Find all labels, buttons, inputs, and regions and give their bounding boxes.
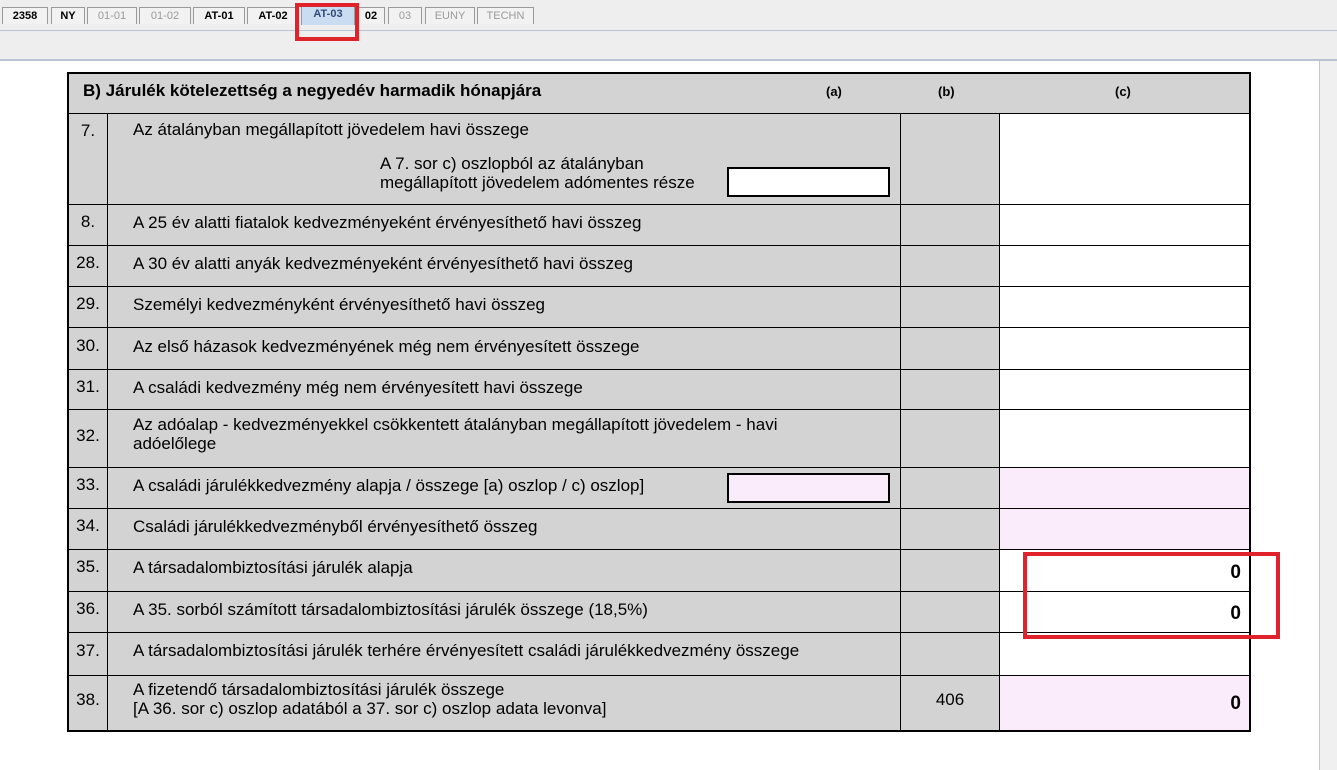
column-header-a: (a) [826, 84, 842, 99]
table-row: 28. A 30 év alatti anyák kedvezményeként… [69, 246, 1249, 287]
row-col-b [900, 550, 999, 591]
table-row: 30. Az első házasok kedvezményének még n… [69, 328, 1249, 370]
row-col-b [900, 370, 999, 409]
row-col-c-input[interactable] [999, 287, 1249, 327]
section-header: B) Járulék kötelezettség a negyedév harm… [69, 74, 1249, 114]
table-row: 38. A fizetendő társadalombiztosítási já… [69, 676, 1249, 730]
table-row: 34. Családi járulékkedvezményből érvénye… [69, 509, 1249, 550]
tab-01-01[interactable]: 01-01 [87, 7, 137, 24]
row-col-b [900, 410, 999, 467]
row-description: Személyi kedvezményként érvényesíthető h… [133, 295, 545, 314]
row-col-c-input[interactable] [999, 410, 1249, 467]
tab-at-02[interactable]: AT-02 [247, 7, 299, 24]
row-description: Családi járulékkedvezményből érvényesíth… [133, 517, 538, 536]
row-number: 32. [69, 410, 108, 467]
row-col-c-input[interactable] [999, 633, 1249, 675]
tab-bar: 2358 NY 01-01 01-02 AT-01 AT-02 AT-03 02… [0, 0, 1337, 31]
row-sub-description: A 7. sor c) oszlopból az átalányban megá… [380, 154, 695, 192]
highlight-box-values [1023, 552, 1280, 639]
tab-euny[interactable]: EUNY [425, 7, 475, 24]
tab-01-02[interactable]: 01-02 [139, 7, 191, 24]
row-number: 33. [69, 468, 108, 508]
row-number: 35. [69, 550, 108, 591]
highlight-box-tab [295, 3, 359, 41]
row-description: A családi kedvezmény még nem érvényesíte… [133, 378, 583, 397]
row-number: 37. [69, 633, 108, 675]
row-description: A fizetendő társadalombiztosítási járulé… [133, 680, 505, 699]
tab-at-01[interactable]: AT-01 [193, 7, 245, 24]
tab-ny[interactable]: NY [51, 7, 85, 24]
row-col-b [900, 287, 999, 327]
row-col-c-input[interactable] [999, 370, 1249, 409]
table-row: 37. A társadalombiztosítási járulék terh… [69, 633, 1249, 676]
row-col-c-input[interactable]: 0 [999, 676, 1249, 730]
row-col-b [900, 328, 999, 369]
table-row: 7. Az átalányban megállapított jövedelem… [69, 114, 1249, 205]
row-col-b [900, 509, 999, 549]
row-description-line2: [A 36. sor c) oszlop adatából a 37. sor … [133, 699, 607, 718]
tab-techn[interactable]: TECHN [477, 7, 534, 24]
row-col-b [900, 246, 999, 286]
row-number: 8. [69, 205, 108, 245]
row-col-c-input[interactable] [999, 509, 1249, 549]
row-col-c-input[interactable] [999, 328, 1249, 369]
row-col-c-input[interactable] [999, 114, 1249, 204]
table-row: 31. A családi kedvezmény még nem érvénye… [69, 370, 1249, 410]
vertical-scrollbar[interactable] [1319, 61, 1337, 770]
row-col-c-input[interactable] [999, 246, 1249, 286]
row-col-c-input[interactable] [999, 468, 1249, 508]
family-discount-base-input[interactable] [727, 473, 890, 503]
row-col-b [900, 592, 999, 632]
row-col-c-input[interactable] [999, 205, 1249, 245]
row-col-b [900, 205, 999, 245]
row-number: 31. [69, 370, 108, 409]
row-description: A 30 év alatti anyák kedvezményeként érv… [133, 254, 633, 273]
row-number: 38. [69, 676, 108, 730]
row-description: Az átalányban megállapított jövedelem ha… [133, 120, 529, 139]
row-number: 30. [69, 328, 108, 369]
column-header-c: (c) [1115, 84, 1131, 99]
table-row: 33. A családi járulékkedvezmény alapja /… [69, 468, 1249, 509]
table-row: 32. Az adóalap - kedvezményekkel csökken… [69, 410, 1249, 468]
exempt-part-input[interactable] [727, 167, 890, 197]
column-header-b: (b) [938, 84, 955, 99]
row-description: Az adóalap - kedvezményekkel csökkentett… [133, 415, 778, 453]
tab-02[interactable]: 02 [357, 7, 385, 24]
row-description: A társadalombiztosítási járulék terhére … [133, 641, 800, 660]
row-description: A társadalombiztosítási járulék alapja [133, 558, 413, 577]
row-description: Az első házasok kedvezményének még nem é… [133, 337, 640, 356]
row-number: 36. [69, 592, 108, 632]
row-description: A 35. sorból számított társadalombiztosí… [133, 600, 648, 619]
toolbar-strip [0, 31, 1337, 61]
row-description: A 25 év alatti fiatalok kedvezményeként … [133, 213, 642, 232]
section-title: B) Járulék kötelezettség a negyedév harm… [83, 81, 542, 100]
row-number: 28. [69, 246, 108, 286]
tab-03[interactable]: 03 [388, 7, 422, 24]
row-number: 7. [69, 114, 108, 204]
row-number: 29. [69, 287, 108, 327]
row-col-b [900, 468, 999, 508]
table-row: 8. A 25 év alatti fiatalok kedvezményeké… [69, 205, 1249, 246]
row-col-b: 406 [900, 676, 999, 730]
table-row: 29. Személyi kedvezményként érvényesíthe… [69, 287, 1249, 328]
tab-2358[interactable]: 2358 [2, 7, 48, 24]
row-col-b [900, 114, 999, 204]
row-col-b [900, 633, 999, 675]
row-number: 34. [69, 509, 108, 549]
